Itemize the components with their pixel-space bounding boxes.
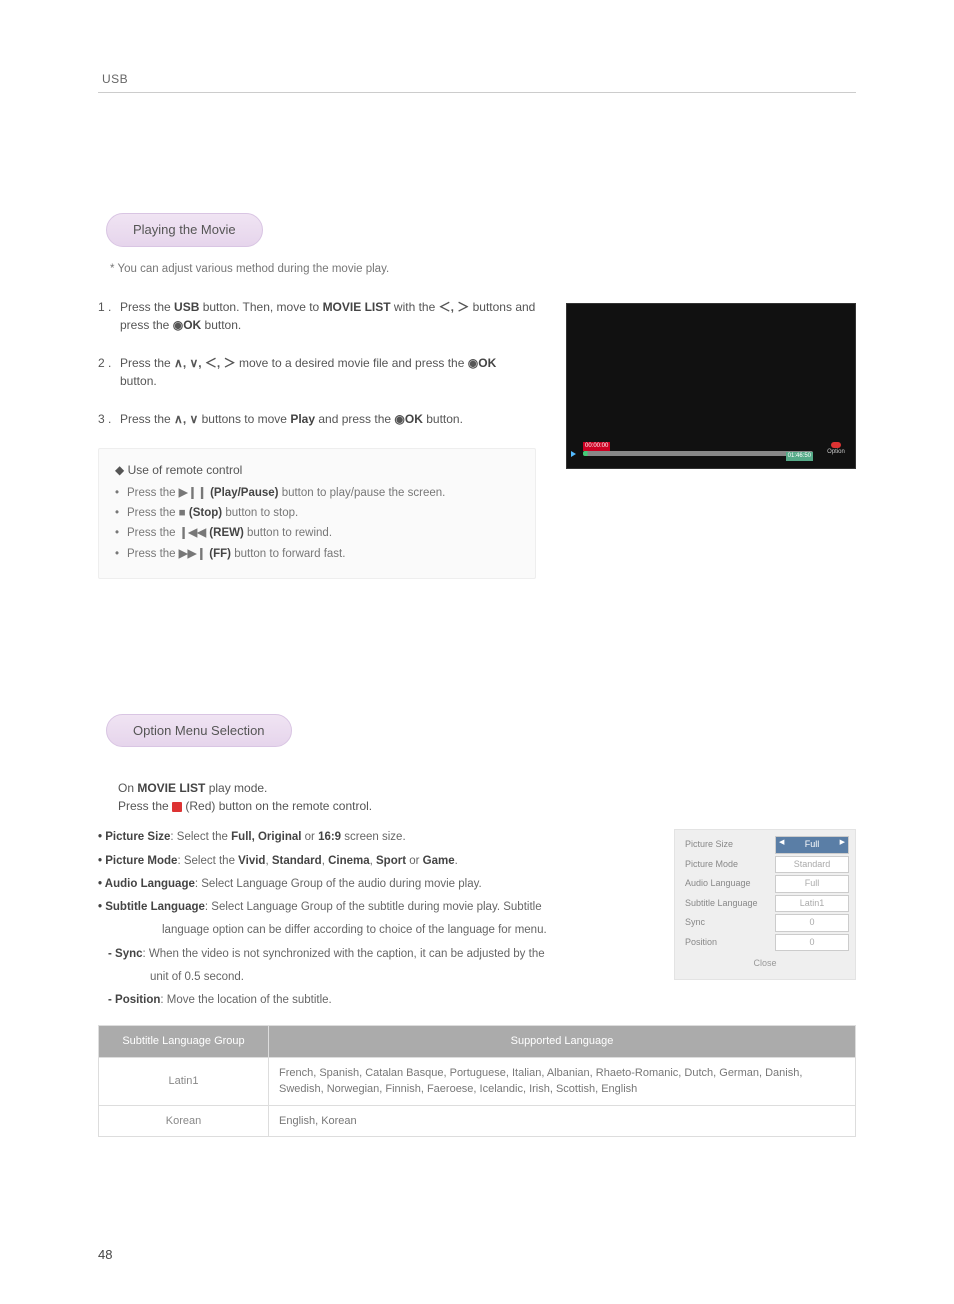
step-2: 2 . Press the ∧, ∨, ＜, ＞ move to a desir… bbox=[98, 354, 536, 390]
option-value: Full bbox=[775, 836, 849, 854]
option-panel-row: Audio LanguageFull bbox=[681, 875, 849, 893]
rewind-icon: ❙◀◀ bbox=[179, 527, 206, 539]
option-label: Sync bbox=[681, 914, 771, 932]
option-value: Standard bbox=[775, 856, 849, 874]
section-title-playing: Playing the Movie bbox=[106, 213, 263, 247]
option-panel-row: Sync0 bbox=[681, 914, 849, 932]
remote-rew: Press the ❙◀◀ (REW) button to rewind. bbox=[115, 525, 519, 542]
table-row: Korean English, Korean bbox=[99, 1105, 856, 1137]
page-number: 48 bbox=[98, 1245, 112, 1265]
col-subtitle-group: Subtitle Language Group bbox=[99, 1026, 269, 1058]
red-button-icon bbox=[172, 802, 182, 812]
opt-picture-size: • Picture Size: Select the Full, Origina… bbox=[98, 829, 662, 846]
opt-subtitle-language: • Subtitle Language: Select Language Gro… bbox=[98, 899, 662, 916]
close-button: Close bbox=[681, 953, 849, 973]
option-panel-row: Subtitle LanguageLatin1 bbox=[681, 895, 849, 913]
step-1: 1 . Press the USB button. Then, move to … bbox=[98, 298, 536, 334]
col-supported-language: Supported Language bbox=[269, 1026, 856, 1058]
opt-sync: - Sync: When the video is not synchroniz… bbox=[98, 946, 662, 963]
option-menu-panel: Picture SizeFullPicture ModeStandardAudi… bbox=[674, 829, 856, 980]
option-label: Subtitle Language bbox=[681, 895, 771, 913]
option-panel-row: Position0 bbox=[681, 934, 849, 952]
opt-picture-mode: • Picture Mode: Select the Vivid, Standa… bbox=[98, 853, 662, 870]
remote-ff: Press the ▶▶❙ (FF) button to forward fas… bbox=[115, 546, 519, 563]
option-value: 0 bbox=[775, 914, 849, 932]
table-row: Latin1 French, Spanish, Catalan Basque, … bbox=[99, 1057, 856, 1105]
option-button: Option bbox=[821, 442, 851, 457]
progress-bar bbox=[583, 451, 813, 456]
option-panel-row: Picture ModeStandard bbox=[681, 856, 849, 874]
adjust-note: * You can adjust various method during t… bbox=[110, 261, 856, 278]
remote-control-box: ◆ Use of remote control Press the ▶❙❙ (P… bbox=[98, 448, 536, 579]
option-intro: On MOVIE LIST play mode. Press the (Red)… bbox=[118, 779, 856, 815]
option-value: 0 bbox=[775, 934, 849, 952]
stop-icon: ■ bbox=[179, 507, 186, 519]
remote-play-pause: Press the ▶❙❙ (Play/Pause) button to pla… bbox=[115, 485, 519, 502]
movie-player-screenshot: 00:00:00 01:46:50 Option bbox=[566, 303, 856, 469]
option-value: Full bbox=[775, 875, 849, 893]
opt-audio-language: • Audio Language: Select Language Group … bbox=[98, 876, 662, 893]
option-label: Picture Mode bbox=[681, 856, 771, 874]
play-icon bbox=[571, 451, 576, 457]
remote-stop: Press the ■ (Stop) button to stop. bbox=[115, 505, 519, 522]
fastforward-icon: ▶▶❙ bbox=[179, 548, 206, 560]
option-value: Latin1 bbox=[775, 895, 849, 913]
option-label: Audio Language bbox=[681, 875, 771, 893]
section-title-option: Option Menu Selection bbox=[106, 714, 292, 748]
opt-position: - Position: Move the location of the sub… bbox=[98, 992, 662, 1009]
page-header: USB bbox=[98, 70, 856, 93]
total-time: 01:46:50 bbox=[786, 452, 813, 461]
subtitle-language-table: Subtitle Language Group Supported Langua… bbox=[98, 1025, 856, 1137]
play-pause-icon: ▶❙❙ bbox=[179, 487, 207, 499]
option-label: Picture Size bbox=[681, 836, 771, 854]
step-3: 3 . Press the ∧, ∨ buttons to move Play … bbox=[98, 410, 536, 428]
option-label: Position bbox=[681, 934, 771, 952]
elapsed-time: 00:00:00 bbox=[583, 442, 610, 451]
option-panel-row: Picture SizeFull bbox=[681, 836, 849, 854]
